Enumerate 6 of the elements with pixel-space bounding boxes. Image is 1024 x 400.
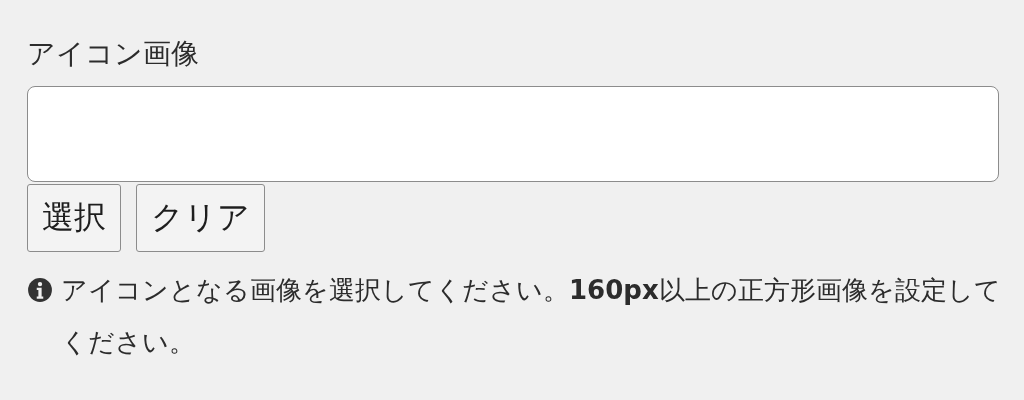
input-field[interactable] bbox=[27, 86, 999, 182]
help-text: アイコンとなる画像を選択してください。160px以上の正方形画像を設定してください。 bbox=[61, 274, 1002, 359]
field-label: アイコン画像 bbox=[27, 36, 199, 72]
info-icon bbox=[27, 277, 53, 303]
button[interactable]: 選択 bbox=[27, 184, 121, 252]
button[interactable]: クリア bbox=[136, 184, 265, 252]
